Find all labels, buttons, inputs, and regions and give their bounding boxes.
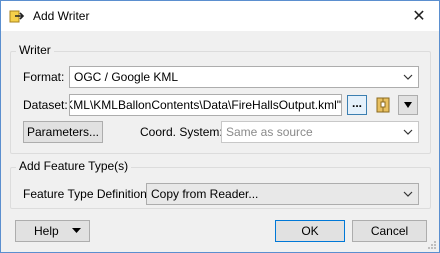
format-label: Format: [23, 70, 65, 84]
window-title: Add Writer [33, 9, 90, 23]
dataset-value: ects\KML\KMLBallonContents\Data\FireHall… [69, 98, 341, 112]
coord-system-label: Coord. System: [140, 125, 223, 139]
help-label: Help [34, 224, 59, 238]
archive-icon [376, 97, 390, 113]
browse-button[interactable]: ... [347, 95, 367, 115]
feature-type-definition-combobox[interactable]: Copy from Reader... [146, 183, 419, 205]
triangle-down-icon [404, 102, 412, 108]
triangle-down-icon [72, 228, 81, 233]
feature-type-definition-value: Copy from Reader... [151, 187, 259, 201]
ok-button[interactable]: OK [275, 220, 345, 242]
coord-system-value: Same as source [226, 125, 313, 139]
dataset-dropdown-button[interactable] [398, 95, 418, 115]
feature-type-definition-label: Feature Type Definition: [23, 187, 151, 201]
close-icon: ✕ [412, 8, 426, 25]
chevron-down-icon [403, 191, 413, 197]
format-value: OGC / Google KML [74, 70, 179, 84]
chevron-down-icon [403, 74, 413, 80]
format-combobox[interactable]: OGC / Google KML [69, 66, 419, 88]
parameters-label: Parameters... [26, 125, 100, 139]
add-writer-icon [9, 10, 25, 23]
browse-label: ... [351, 96, 362, 110]
cancel-label: Cancel [370, 224, 409, 238]
dataset-field[interactable]: ects\KML\KMLBallonContents\Data\FireHall… [69, 94, 342, 116]
close-button[interactable]: ✕ [405, 3, 433, 29]
dataset-options-button[interactable] [372, 95, 394, 115]
writer-group-label: Writer [16, 43, 54, 57]
add-writer-dialog: Add Writer ✕ Writer Format: OGC / Google… [0, 0, 440, 253]
feature-type-group-label: Add Feature Type(s) [16, 159, 132, 173]
coord-system-combobox[interactable]: Same as source [221, 121, 419, 143]
title-bar: Add Writer ✕ [1, 1, 439, 31]
help-button[interactable]: Help [15, 220, 90, 242]
chevron-down-icon [403, 129, 413, 135]
ok-label: OK [301, 224, 319, 238]
dataset-label: Dataset: [23, 98, 68, 112]
parameters-button[interactable]: Parameters... [23, 121, 103, 143]
resize-grip-icon[interactable] [427, 240, 437, 250]
cancel-button[interactable]: Cancel [352, 220, 427, 242]
